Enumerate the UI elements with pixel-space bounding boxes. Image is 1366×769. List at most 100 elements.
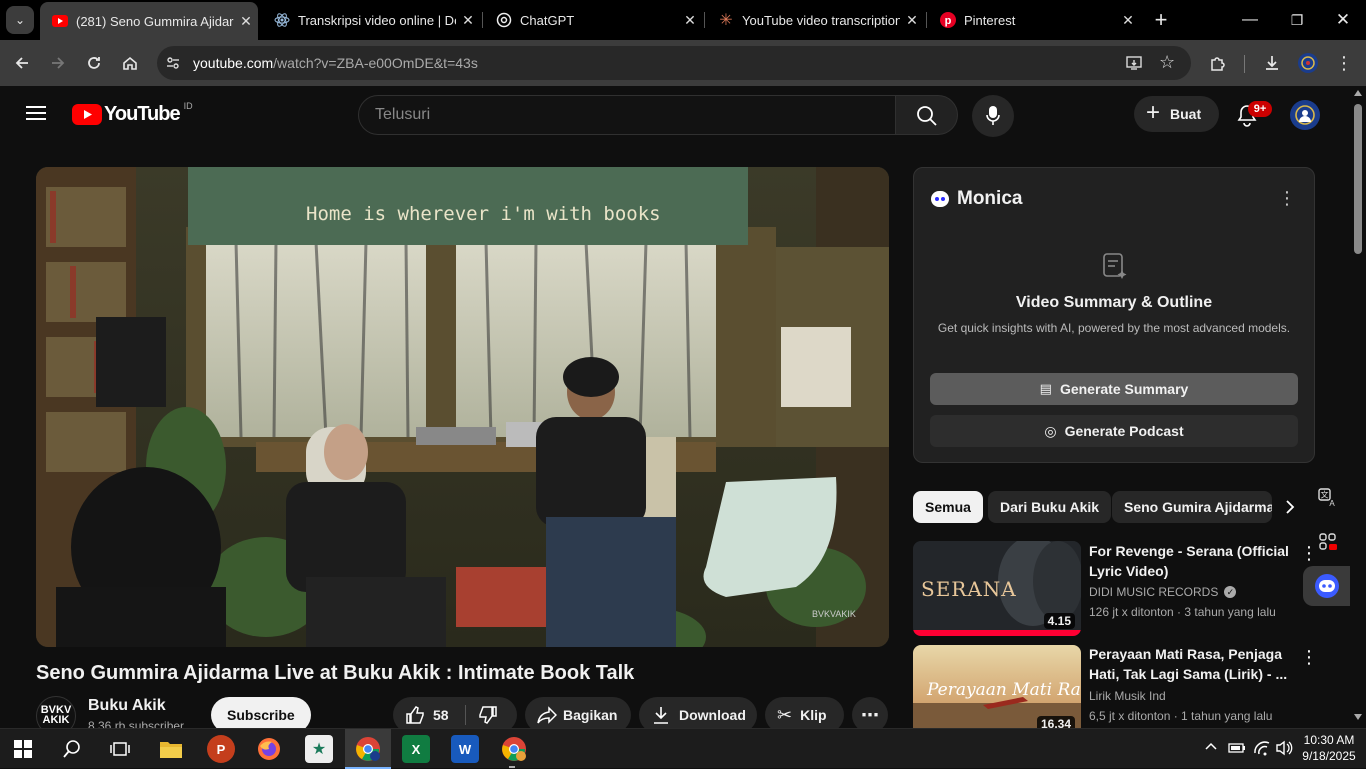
app-star-icon[interactable]: ★	[305, 735, 333, 763]
summary-icon: ▤	[1039, 381, 1052, 396]
volume-icon[interactable]	[1275, 740, 1293, 761]
window-close-icon[interactable]: ✕	[1329, 6, 1357, 34]
chip-from-channel[interactable]: Dari Buku Akik	[988, 491, 1112, 523]
chrome-profile-icon[interactable]	[500, 735, 528, 763]
rec-title[interactable]: For Revenge - Serana (Official Lyric Vid…	[1089, 541, 1289, 581]
search-icon	[917, 106, 937, 126]
video-player[interactable]: Home is wherever i'm with books BVKVAKIK	[36, 167, 889, 647]
translate-icon[interactable]: 文A	[1307, 480, 1349, 516]
toolbar-divider	[1244, 55, 1245, 73]
video-title: Seno Gummira Ajidarma Live at Buku Akik …	[36, 662, 635, 684]
rec-thumbnail[interactable]: SERANA 4.15	[913, 541, 1081, 636]
task-view-icon[interactable]	[110, 739, 130, 764]
youtube-icon	[52, 13, 68, 29]
powerpoint-icon[interactable]: P	[207, 735, 235, 763]
monica-menu-icon[interactable]: ⋮	[1278, 188, 1296, 209]
tab-pinterest[interactable]: p Pinterest ✕	[928, 0, 1140, 40]
tab-close-icon[interactable]: ✕	[1116, 12, 1140, 29]
taskbar-search-icon[interactable]	[62, 739, 82, 764]
create-label: Buat	[1170, 106, 1202, 122]
tab-transkripsi[interactable]: Transkripsi video online | Dengan AI ✕	[262, 0, 480, 40]
minimize-icon[interactable]: —	[1236, 6, 1264, 34]
chip-related[interactable]: Seno Gumira Ajidarma	[1112, 491, 1272, 523]
tab-search-icon[interactable]: ⌄	[6, 6, 34, 34]
rec-title-line: Perayaan Mati Rasa, Penjaga	[1089, 646, 1282, 662]
url-text: youtube.com/watch?v=ZBA-e00OmDE&t=43s	[193, 55, 478, 71]
rec-title[interactable]: Perayaan Mati Rasa, Penjaga Hati, Tak La…	[1089, 644, 1287, 684]
youtube-logo[interactable]: YouTube ID	[72, 100, 193, 126]
battery-icon[interactable]	[1228, 741, 1246, 760]
chip-next-icon[interactable]	[1283, 498, 1297, 521]
region-code: ID	[183, 100, 193, 111]
like-count: 58	[433, 707, 449, 723]
windows-start-icon[interactable]	[14, 740, 32, 763]
tab-close-icon[interactable]: ✕	[678, 12, 702, 29]
svg-text:文: 文	[1321, 490, 1329, 500]
address-bar[interactable]: youtube.com/watch?v=ZBA-e00OmDE&t=43s ☆	[157, 46, 1191, 80]
site-info-icon[interactable]	[165, 55, 181, 76]
tab-close-icon[interactable]: ✕	[456, 12, 480, 29]
search-input[interactable]: Telusuri	[358, 95, 896, 135]
reload-icon[interactable]	[80, 49, 108, 77]
new-tab-icon[interactable]: +	[1147, 6, 1175, 34]
rec-meta: 6,5 jt x ditonton · 1 tahun yang lalu	[1089, 709, 1273, 723]
tab-close-icon[interactable]: ✕	[234, 13, 258, 30]
like-button[interactable]	[405, 705, 425, 728]
install-app-icon[interactable]	[1125, 54, 1143, 77]
scissors-icon: ✂	[777, 704, 793, 725]
voice-search-button[interactable]	[972, 95, 1014, 137]
tab-title: Pinterest	[964, 12, 1016, 28]
rec-thumbnail[interactable]: Perayaan Mati Rasa 16.34	[913, 645, 1081, 728]
create-button[interactable]: + Buat	[1134, 96, 1219, 132]
clip-label: Klip	[800, 707, 827, 723]
scroll-down-icon[interactable]	[1354, 714, 1362, 720]
browser-tab-strip: ⌄ (281) Seno Gummira Ajidarma Live at Bu…	[0, 0, 1366, 40]
taskbar-clock[interactable]: 10:30 AM 9/18/2025	[1298, 732, 1360, 764]
wifi-icon[interactable]	[1253, 740, 1271, 761]
video-frame	[36, 167, 889, 647]
extensions-icon[interactable]	[1204, 49, 1232, 77]
search-button[interactable]	[895, 95, 958, 135]
youtube-wordmark: YouTube	[104, 103, 181, 125]
scroll-thumb[interactable]	[1354, 104, 1362, 254]
rec-channel-name[interactable]: Lirik Musik Ind	[1089, 689, 1166, 703]
firefox-icon[interactable]	[255, 735, 283, 763]
browser-menu-icon[interactable]: ⋮	[1330, 49, 1358, 77]
hamburger-menu-icon[interactable]	[26, 105, 46, 126]
restore-icon[interactable]: ❐	[1283, 6, 1311, 34]
user-avatar[interactable]	[1290, 100, 1320, 135]
tray-chevron-icon[interactable]	[1204, 739, 1218, 756]
generate-summary-button[interactable]: ▤ Generate Summary	[930, 373, 1298, 405]
chrome-active-task[interactable]	[345, 729, 391, 769]
thumbs-down-icon	[479, 706, 497, 724]
rec-channel-name: DIDI MUSIC RECORDS	[1089, 585, 1219, 599]
chip-all[interactable]: Semua	[913, 491, 983, 523]
channel-name[interactable]: Buku Akik	[88, 697, 166, 715]
tab-divider	[704, 12, 705, 28]
rec-channel[interactable]: DIDI MUSIC RECORDS ✓	[1089, 585, 1237, 599]
monica-launcher-button[interactable]	[1303, 566, 1350, 606]
tab-chatgpt[interactable]: ChatGPT ✕	[484, 0, 702, 40]
verified-check-icon: ✓	[1224, 586, 1237, 598]
bookmark-star-icon[interactable]: ☆	[1159, 52, 1175, 73]
excel-icon[interactable]: X	[402, 735, 430, 763]
dislike-button[interactable]	[478, 705, 498, 728]
back-icon[interactable]	[8, 49, 36, 77]
react-icon	[274, 12, 290, 28]
tab-youtube[interactable]: (281) Seno Gummira Ajidarma Live at Buku…	[40, 2, 258, 40]
scroll-up-icon[interactable]	[1354, 90, 1362, 96]
forward-icon[interactable]	[44, 49, 72, 77]
generate-podcast-button[interactable]: ◎ Generate Podcast	[930, 415, 1298, 447]
download-icon[interactable]	[1258, 49, 1286, 77]
word-icon[interactable]: W	[451, 735, 479, 763]
tab-youtube-transcription[interactable]: ✳ YouTube video transcription ✕	[706, 0, 924, 40]
tab-close-icon[interactable]: ✕	[900, 12, 924, 29]
profile-avatar[interactable]	[1294, 49, 1322, 77]
page-scrollbar[interactable]	[1350, 86, 1366, 728]
home-icon[interactable]	[116, 49, 144, 77]
rec-menu-icon[interactable]: ⋮	[1300, 647, 1318, 668]
rec-menu-icon[interactable]: ⋮	[1300, 543, 1318, 564]
file-explorer-icon[interactable]	[157, 735, 185, 763]
rec-thumbnail-text: Perayaan Mati Rasa	[927, 680, 1081, 700]
url-domain: youtube.com	[193, 55, 274, 71]
